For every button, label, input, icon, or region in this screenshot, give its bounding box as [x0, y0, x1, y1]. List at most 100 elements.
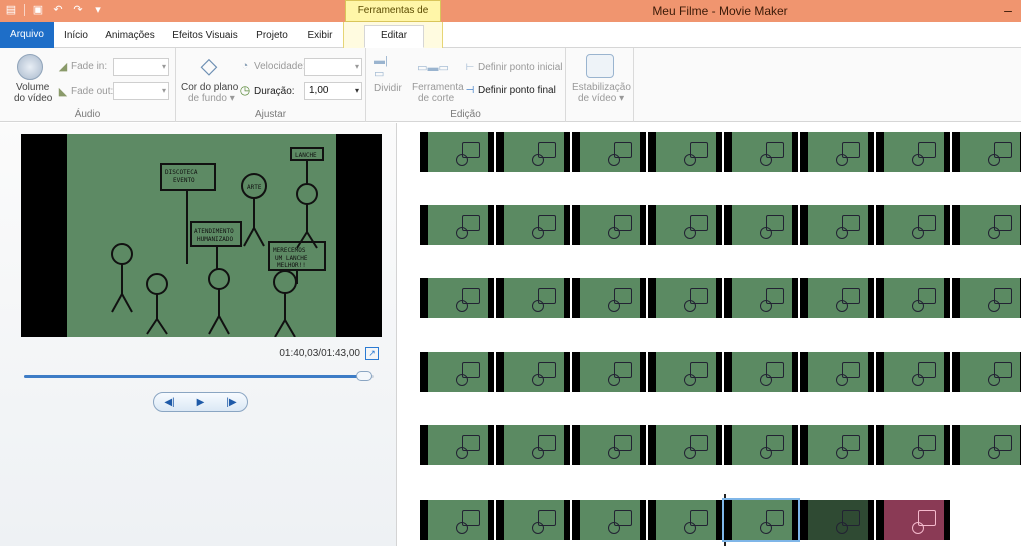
tab-file[interactable]: Arquivo	[0, 22, 54, 48]
video-clip-thumbnail[interactable]	[800, 425, 874, 465]
video-clip-thumbnail[interactable]	[496, 500, 570, 540]
video-clip-thumbnail[interactable]	[420, 205, 494, 245]
video-clip-thumbnail[interactable]	[724, 278, 798, 318]
app-menu-icon[interactable]: ▤	[4, 3, 18, 17]
video-volume-label-1[interactable]: Volume	[16, 82, 49, 93]
video-clip-thumbnail[interactable]	[420, 352, 494, 392]
video-clip-thumbnail[interactable]	[952, 205, 1021, 245]
clip-frame	[580, 500, 640, 540]
video-clip-thumbnail[interactable]	[572, 352, 646, 392]
video-volume-label-2[interactable]: do vídeo	[14, 93, 52, 104]
video-clip-thumbnail[interactable]	[648, 352, 722, 392]
seek-thumb[interactable]	[355, 371, 372, 381]
video-clip-thumbnail[interactable]	[876, 352, 950, 392]
stabilization-label-1[interactable]: Estabilização	[572, 82, 631, 93]
stabilization-icon[interactable]	[586, 54, 614, 78]
video-clip-thumbnail[interactable]	[876, 500, 950, 540]
clip-frame	[428, 352, 488, 392]
video-clip-thumbnail[interactable]	[648, 425, 722, 465]
tab-home[interactable]: Início	[58, 26, 94, 46]
tab-view[interactable]: Exibir	[300, 26, 340, 46]
customize-toolbar-icon[interactable]: ▾	[91, 3, 105, 17]
video-clip-thumbnail[interactable]	[420, 278, 494, 318]
bg-color-label-2[interactable]: de fundo ▾	[188, 93, 235, 104]
video-clip-thumbnail[interactable]	[952, 132, 1021, 172]
video-clip-thumbnail[interactable]	[800, 205, 874, 245]
video-clip-thumbnail[interactable]	[496, 352, 570, 392]
clip-frame	[656, 132, 716, 172]
video-clip-thumbnail[interactable]	[876, 278, 950, 318]
video-clip-thumbnail[interactable]	[724, 132, 798, 172]
play-button[interactable]: ▶	[190, 395, 212, 409]
stabilization-label-2[interactable]: de vídeo ▾	[578, 93, 624, 104]
video-clip-thumbnail[interactable]	[648, 132, 722, 172]
tab-project[interactable]: Projeto	[250, 26, 294, 46]
previous-frame-button[interactable]: ◀|	[159, 395, 181, 409]
video-clip-thumbnail[interactable]	[420, 500, 494, 540]
video-clip-thumbnail[interactable]	[876, 132, 950, 172]
video-clip-thumbnail[interactable]	[420, 425, 494, 465]
undo-icon[interactable]: ↶	[51, 3, 65, 17]
video-preview[interactable]: DISCOTECA EVENTO ATENDIMENTO HUMANIZADO …	[21, 134, 382, 338]
group-stabilization: Estabilização de vídeo ▾	[566, 48, 634, 122]
video-clip-thumbnail[interactable]	[496, 425, 570, 465]
video-clip-thumbnail[interactable]	[800, 352, 874, 392]
video-clip-thumbnail[interactable]	[724, 352, 798, 392]
set-end-point-button[interactable]: Definir ponto final	[478, 85, 556, 96]
video-clip-thumbnail[interactable]	[876, 425, 950, 465]
video-clip-thumbnail[interactable]	[572, 500, 646, 540]
video-clip-thumbnail[interactable]	[724, 205, 798, 245]
clip-frame	[808, 500, 868, 540]
redo-icon[interactable]: ↷	[71, 3, 85, 17]
video-clip-thumbnail[interactable]	[648, 278, 722, 318]
video-clip-thumbnail[interactable]	[800, 132, 874, 172]
set-start-point-button[interactable]: Definir ponto inicial	[478, 62, 563, 73]
seek-bar[interactable]	[24, 371, 374, 381]
chevron-down-icon: ▾	[161, 86, 166, 95]
group-adjust: ◇ Cor do plano de fundo ▾ ◔ Velocidade: …	[176, 48, 366, 122]
paint-bucket-icon[interactable]: ◇	[196, 53, 222, 78]
split-icon[interactable]: ▬|▭	[374, 55, 398, 80]
video-clip-thumbnail[interactable]	[420, 132, 494, 172]
trim-tool-icon[interactable]: ▭▬▭	[417, 60, 449, 74]
next-frame-button[interactable]: |▶	[221, 395, 243, 409]
video-clip-thumbnail[interactable]	[876, 205, 950, 245]
tab-edit[interactable]: Editar	[364, 25, 424, 48]
video-clip-thumbnail[interactable]	[724, 425, 798, 465]
minimize-button[interactable]: –	[1001, 0, 1015, 22]
split-label[interactable]: Dividir	[374, 83, 402, 94]
video-clip-thumbnail[interactable]	[496, 278, 570, 318]
video-clip-thumbnail[interactable]	[722, 498, 800, 542]
bg-color-label-1[interactable]: Cor do plano	[181, 82, 238, 93]
video-clip-thumbnail[interactable]	[496, 132, 570, 172]
svg-text:MELHOR!!: MELHOR!!	[277, 262, 306, 269]
tab-animations[interactable]: Animações	[98, 26, 162, 46]
storyboard-row	[420, 498, 1020, 542]
video-clip-thumbnail[interactable]	[648, 500, 722, 540]
video-clip-thumbnail[interactable]	[572, 205, 646, 245]
trim-tool-label-2[interactable]: de corte	[418, 93, 454, 104]
video-clip-thumbnail[interactable]	[496, 205, 570, 245]
video-clip-thumbnail[interactable]	[800, 278, 874, 318]
storyboard-row	[420, 278, 1021, 318]
save-icon[interactable]: ▣	[31, 3, 45, 17]
speed-select[interactable]: ▾	[304, 58, 362, 76]
video-clip-thumbnail[interactable]	[572, 278, 646, 318]
video-clip-thumbnail[interactable]	[572, 132, 646, 172]
speaker-icon[interactable]	[17, 54, 43, 80]
video-clip-thumbnail[interactable]	[648, 205, 722, 245]
video-clip-thumbnail[interactable]	[952, 278, 1021, 318]
clip-frame	[960, 352, 1020, 392]
video-clip-thumbnail[interactable]	[952, 352, 1021, 392]
video-clip-thumbnail[interactable]	[800, 500, 874, 540]
fade-out-select[interactable]: ▾	[113, 82, 169, 100]
video-clip-thumbnail[interactable]	[952, 425, 1021, 465]
duration-select[interactable]: 1,00 ▾	[304, 82, 362, 100]
tab-visual-effects[interactable]: Efeitos Visuais	[166, 26, 244, 46]
fade-in-select[interactable]: ▾	[113, 58, 169, 76]
trim-tool-label-1[interactable]: Ferramenta	[412, 82, 464, 93]
speed-label: Velocidade:	[254, 61, 306, 72]
video-clip-thumbnail[interactable]	[572, 425, 646, 465]
fullscreen-icon[interactable]: ↗	[365, 347, 379, 360]
storyboard-row	[420, 132, 1021, 172]
